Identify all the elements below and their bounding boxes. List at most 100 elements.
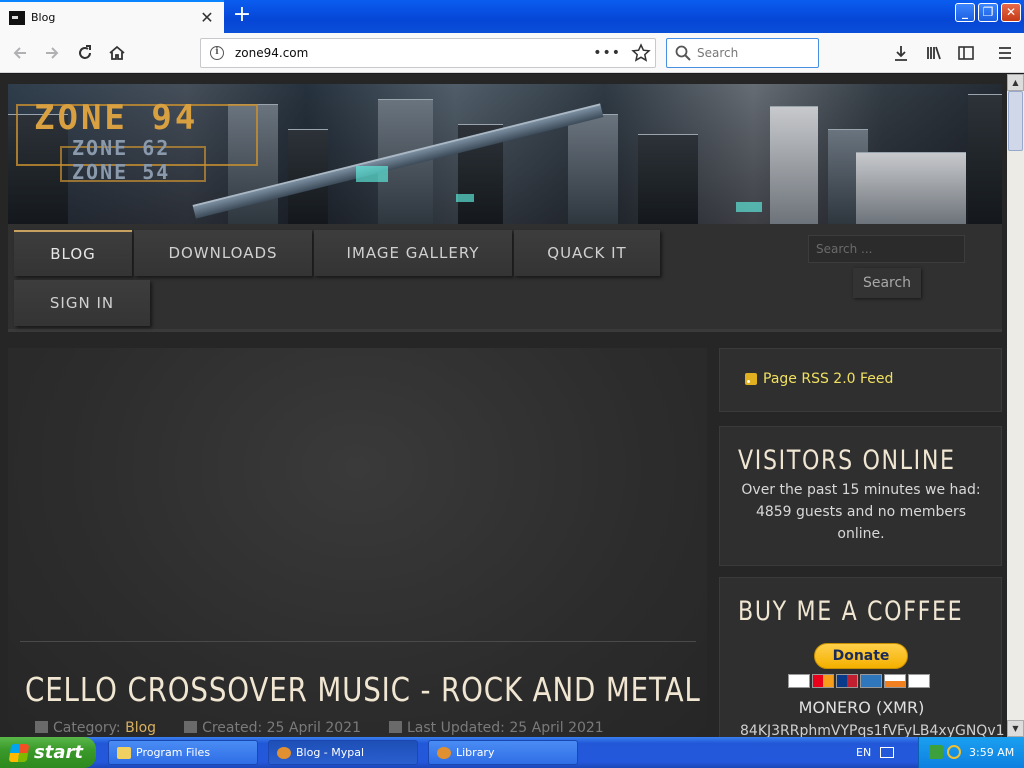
browser-search-box[interactable]: [666, 38, 819, 68]
browser-tab[interactable]: Blog ✕: [0, 0, 224, 33]
folder-icon: [35, 721, 48, 733]
site-info-icon[interactable]: i: [210, 46, 224, 60]
close-tab-icon[interactable]: ✕: [196, 7, 218, 29]
blog-article: CELLO CROSSOVER MUSIC - ROCK AND METAL C…: [8, 348, 707, 737]
site-main-menu: BLOG DOWNLOADS IMAGE GALLERY QUACK IT SI…: [8, 224, 1002, 332]
search-icon: [675, 45, 691, 61]
forward-arrow-icon: [46, 47, 59, 59]
rss-module: Page RSS 2.0 Feed: [719, 348, 1002, 412]
scroll-thumb[interactable]: [1008, 91, 1023, 151]
article-divider: [20, 641, 696, 642]
visitors-title: VISITORS ONLINE: [738, 445, 956, 476]
forward-button[interactable]: [40, 41, 64, 65]
site-logo[interactable]: ZONE 94: [34, 98, 198, 138]
menu-item-downloads[interactable]: DOWNLOADS: [134, 230, 312, 276]
taskbar-item-blog-mypal[interactable]: Blog - Mypal: [268, 740, 418, 765]
taskbar-item-program-files[interactable]: Program Files: [108, 740, 258, 765]
article-title[interactable]: CELLO CROSSOVER MUSIC - ROCK AND METAL: [25, 670, 701, 709]
amex-card-icon: [860, 674, 882, 688]
search-tray-icon[interactable]: [947, 745, 961, 759]
menu-item-blog[interactable]: BLOG: [14, 230, 132, 276]
start-label: start: [34, 742, 83, 763]
rss-icon: [745, 373, 757, 385]
menu-item-image-gallery[interactable]: IMAGE GALLERY: [314, 230, 512, 276]
site-search-input[interactable]: [808, 235, 965, 263]
back-button[interactable]: [8, 41, 32, 65]
taskbar-item-library[interactable]: Library: [428, 740, 578, 765]
article-created: Created: 25 April 2021: [184, 720, 361, 736]
network-tray-icon[interactable]: [929, 745, 943, 759]
page-scrollbar[interactable]: ▲ ▼: [1007, 74, 1024, 737]
article-updated: Last Updated: 25 April 2021: [388, 720, 604, 736]
maximize-window-button[interactable]: ❐: [978, 3, 998, 22]
site-header-banner: ZONE 94 ZONE 62 ZONE 54: [8, 84, 1002, 224]
payment-cards: [788, 674, 930, 688]
mypal-browser-icon: [437, 746, 451, 759]
mypal-browser-icon: [277, 746, 291, 759]
coffee-title: BUY ME A COFFEE: [738, 596, 964, 627]
home-button[interactable]: [105, 41, 129, 65]
menu-item-sign-in[interactable]: SIGN IN: [14, 280, 150, 326]
reload-icon: [79, 45, 91, 59]
site-favicon-icon: [9, 10, 25, 25]
monero-label: MONERO (XMR): [798, 698, 925, 717]
downloads-button[interactable]: [889, 41, 913, 65]
bookmark-star-icon[interactable]: [631, 43, 651, 63]
windows-logo-icon: [8, 743, 30, 762]
sidebar-toggle-button[interactable]: [954, 41, 978, 65]
monero-address[interactable]: 84KJ3RRphmVYPqs1fVFyLB4xyGNQv1: [740, 723, 1005, 737]
new-tab-button[interactable]: +: [230, 4, 254, 28]
minimize-window-button[interactable]: _: [955, 3, 975, 22]
close-window-button[interactable]: ✕: [1001, 3, 1021, 22]
created-date: Created: 25 April 2021: [202, 720, 361, 736]
page-viewport: ZONE 94 ZONE 62 ZONE 54 BLOG DOWNLOADS I…: [0, 74, 1007, 737]
article-meta: Category: Blog Created: 25 April 2021 La…: [35, 720, 604, 736]
category-link[interactable]: Blog: [125, 720, 156, 736]
logo-subtitle-2: ZONE 54: [72, 160, 171, 184]
site-search-button[interactable]: Search: [853, 268, 921, 298]
task-label: Library: [456, 746, 495, 759]
banner-hologram: [456, 194, 474, 202]
visitors-text: Over the past 15 minutes we had: 4859 gu…: [741, 482, 981, 542]
rss-feed-link[interactable]: Page RSS 2.0 Feed: [745, 371, 893, 387]
page-actions-menu-icon[interactable]: •••: [593, 45, 621, 61]
sidebar-icon: [958, 46, 974, 60]
banner-hologram: [356, 166, 388, 182]
scroll-down-arrow-icon[interactable]: ▼: [1007, 720, 1024, 737]
menu-item-quack-it[interactable]: QUACK IT: [514, 230, 660, 276]
browser-tab-strip: Blog ✕ + _ ❐ ✕: [0, 0, 1024, 33]
calendar-icon: [184, 721, 198, 733]
url-text[interactable]: zone94.com: [235, 46, 593, 60]
task-label: Blog - Mypal: [296, 746, 365, 759]
library-button[interactable]: [922, 41, 946, 65]
visa-card-icon: [788, 674, 810, 688]
clock[interactable]: 3:59 AM: [969, 746, 1014, 759]
back-arrow-icon: [13, 47, 26, 59]
browser-search-input[interactable]: [697, 46, 807, 60]
banner-building: [968, 94, 1002, 224]
address-bar[interactable]: i zone94.com •••: [200, 38, 656, 68]
system-tray: 3:59 AM: [918, 737, 1024, 768]
banner-building: [856, 152, 966, 224]
coffee-module: BUY ME A COFFEE Donate MONERO (XMR) 84KJ…: [719, 577, 1005, 737]
windows-taskbar: start Program Files Blog - Mypal Library…: [0, 737, 1024, 768]
reload-button[interactable]: [73, 41, 97, 65]
mastercard-icon: [812, 674, 834, 688]
rss-feed-label: Page RSS 2.0 Feed: [763, 371, 894, 387]
keyboard-icon[interactable]: [880, 747, 894, 758]
logo-subtitle-1: ZONE 62: [72, 136, 171, 160]
tab-title: Blog: [31, 11, 56, 24]
banner-building: [568, 114, 618, 224]
scroll-up-arrow-icon[interactable]: ▲: [1007, 74, 1024, 91]
calendar-icon: [388, 721, 402, 733]
download-icon: [895, 46, 907, 61]
open-menu-button[interactable]: [993, 41, 1017, 65]
language-indicator[interactable]: EN: [856, 746, 871, 759]
banner-building: [638, 134, 698, 224]
donate-button[interactable]: Donate: [814, 643, 908, 669]
updated-date: Last Updated: 25 April 2021: [406, 720, 604, 736]
visitors-module: VISITORS ONLINE Over the past 15 minutes…: [719, 426, 1002, 566]
maestro-card-icon: [836, 674, 858, 688]
start-button[interactable]: start: [0, 737, 96, 768]
category-label: Category:: [53, 720, 121, 736]
